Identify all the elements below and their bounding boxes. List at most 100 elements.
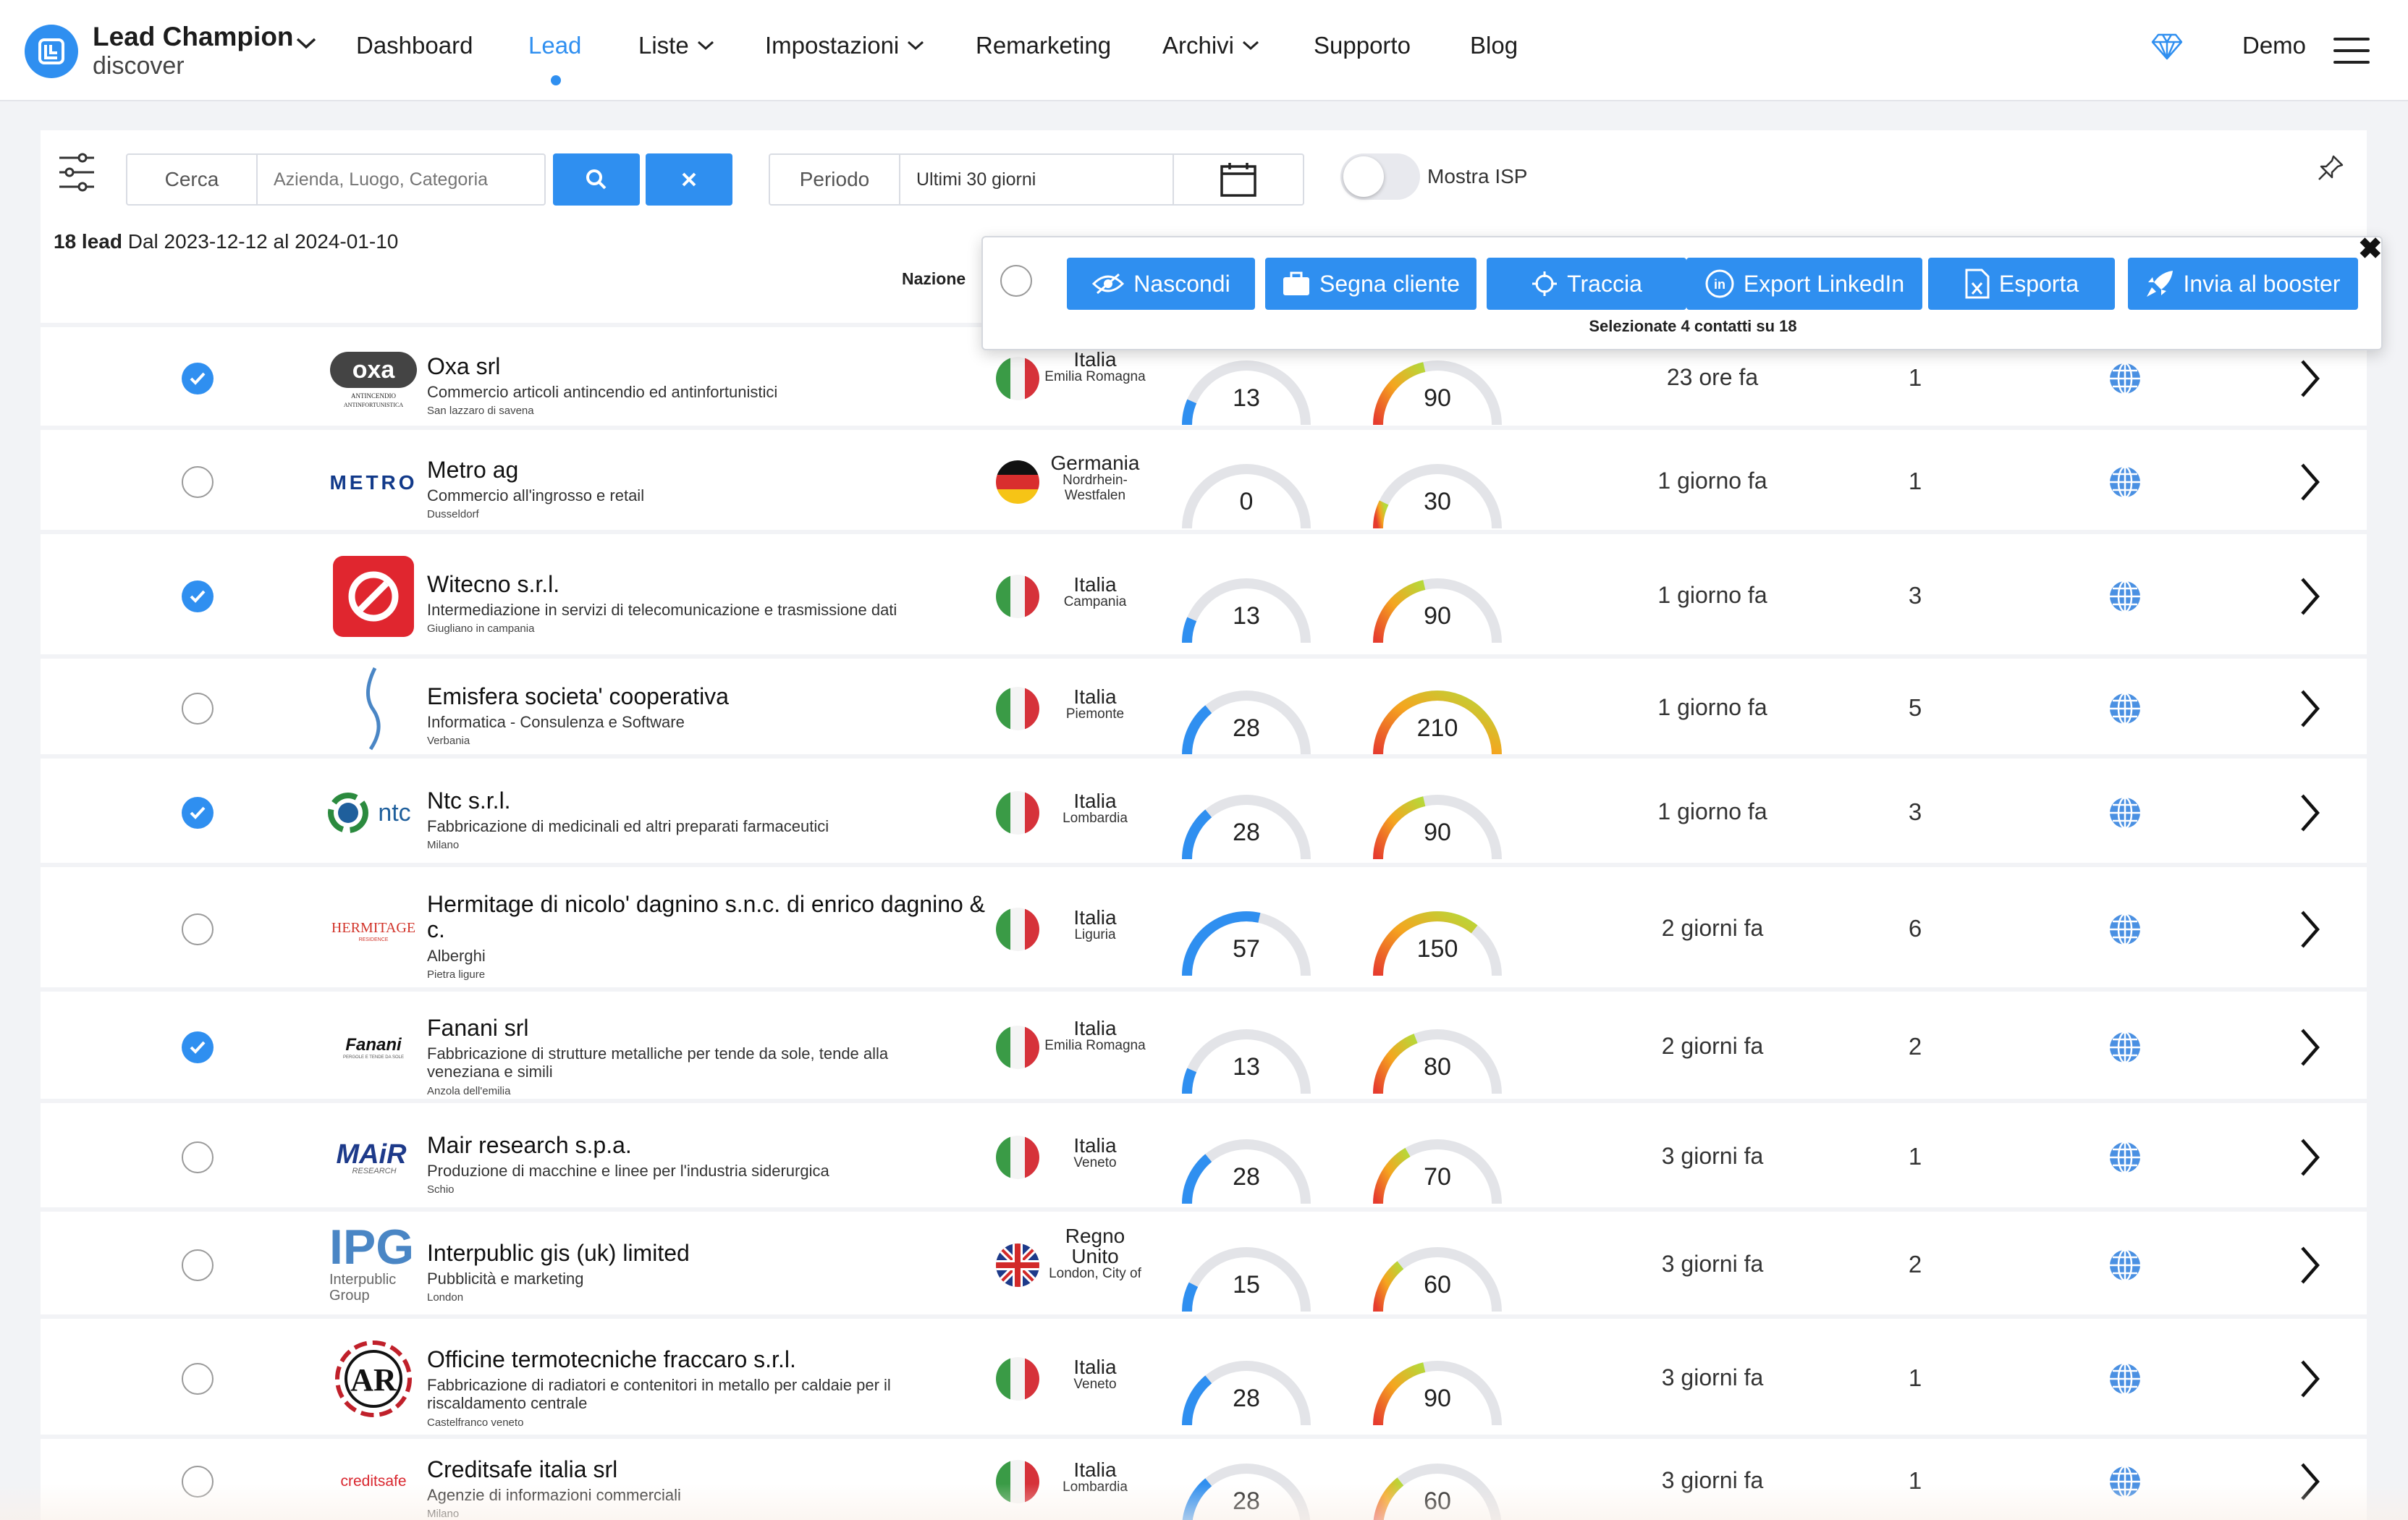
globe-icon[interactable] [2108,1140,2142,1178]
company-category: Commercio all'ingrosso e retail [427,486,645,504]
chevron-down-icon[interactable] [295,36,317,51]
lead-row[interactable]: MAiR RESEARCH Mair research s.p.a. Produzio… [41,1099,2367,1207]
traccia-button[interactable]: Traccia [1487,258,1686,310]
globe-icon[interactable] [2108,1248,2142,1286]
lead-select-checkbox[interactable] [182,580,214,612]
globe-icon[interactable] [2108,579,2142,617]
company-name[interactable]: Interpublic gis (uk) limited [427,1240,992,1266]
select-all-radio[interactable] [1000,265,1032,297]
company-city: London [427,1291,464,1304]
globe-icon[interactable] [2108,691,2142,730]
chevron-right-icon[interactable] [2299,1359,2320,1403]
column-header-nazione[interactable]: Nazione [902,269,966,289]
chevron-right-icon[interactable] [2299,1461,2320,1506]
pin-icon[interactable] [2316,153,2345,182]
invia-al-booster-button[interactable]: Invia al booster [2128,258,2358,310]
company-name[interactable]: Emisfera societa' cooperativa [427,683,992,709]
chevron-right-icon[interactable] [2299,462,2320,506]
country-cell: Italia Campania [1041,575,1149,610]
hamburger-menu-icon[interactable] [2333,38,2370,72]
lead-select-checkbox[interactable] [182,1249,214,1281]
segna-cliente-button[interactable]: Segna cliente [1265,258,1477,310]
lead-select-checkbox[interactable] [182,1466,214,1498]
nav-item-dashboard[interactable]: Dashboard [356,32,473,59]
globe-icon[interactable] [2108,465,2142,503]
lead-select-checkbox[interactable] [182,363,214,394]
search-button[interactable] [553,153,640,206]
chevron-right-icon[interactable] [2299,1245,2320,1289]
lead-row[interactable]: HERMITAGE RESIDENCE Hermitage di nicolo' d… [41,863,2367,987]
search-input[interactable] [258,155,540,204]
filter-settings-icon[interactable] [58,152,96,193]
globe-icon[interactable] [2108,1030,2142,1068]
globe-icon[interactable] [2108,795,2142,834]
export-linkedin-button[interactable]: in Export LinkedIn [1686,258,1922,310]
nascondi-button[interactable]: Nascondi [1067,258,1255,310]
esporta-button[interactable]: Esporta [1928,258,2115,310]
lead-row[interactable]: Emisfera societa' cooperativa Informatica… [41,654,2367,756]
chevron-right-icon[interactable] [2299,688,2320,732]
check-icon [190,590,206,603]
lead-select-checkbox[interactable] [182,1363,214,1395]
company-name[interactable]: Witecno s.r.l. [427,571,992,597]
country-cell: Italia Emilia Romagna [1041,350,1149,385]
last-visit-time: 1 giorno fa [1657,582,1767,608]
lead-row[interactable]: creditsafe Creditsafe italia srl Agenzie d… [41,1435,2367,1520]
company-name[interactable]: Ntc s.r.l. [427,788,992,814]
interest-value: 15 [1233,1271,1260,1299]
globe-icon[interactable] [2108,1464,2142,1503]
lead-row[interactable]: IPG Interpublic Group Interpublic gis (uk) … [41,1207,2367,1314]
globe-icon[interactable] [2108,912,2142,950]
nav-item-blog[interactable]: Blog [1470,32,1518,59]
chevron-right-icon[interactable] [2299,576,2320,620]
lead-select-checkbox[interactable] [182,693,214,725]
chevron-right-icon[interactable] [2299,358,2320,402]
globe-icon[interactable] [2108,361,2142,400]
isp-toggle[interactable] [1340,153,1420,200]
company-name[interactable]: Fanani srl [427,1015,992,1041]
chevron-down-icon [1243,41,1259,51]
lead-row[interactable]: Witecno s.r.l. Intermediazione in servizi… [41,530,2367,654]
nav-item-remarketing[interactable]: Remarketing [976,32,1111,59]
close-icon [682,172,696,187]
clear-search-button[interactable] [646,153,732,206]
globe-icon[interactable] [2108,1361,2142,1400]
chevron-right-icon[interactable] [2299,1027,2320,1071]
lead-select-checkbox[interactable] [182,466,214,498]
brand-logo-icon[interactable] [25,25,78,78]
brand-title[interactable]: Lead Champion [93,22,294,52]
company-name[interactable]: Officine termotecniche fraccaro s.r.l. [427,1346,992,1372]
lead-select-checkbox[interactable] [182,1031,214,1063]
button-label: Segna cliente [1319,270,1460,297]
period-select[interactable]: Ultimi 30 giorni [900,155,1174,204]
chevron-right-icon[interactable] [2299,909,2320,953]
company-name[interactable]: Oxa srl [427,353,992,379]
lead-row[interactable]: AR Officine termotecniche fraccaro s.r.l.… [41,1314,2367,1435]
last-visit-time: 3 giorni fa [1661,1364,1764,1390]
nav-item-impostazioni[interactable]: Impostazioni [765,32,925,59]
close-popup-icon[interactable]: ✖ [2358,235,2383,263]
lead-select-checkbox[interactable] [182,1141,214,1173]
nav-item-archivi[interactable]: Archivi [1162,32,1260,59]
nav-item-liste[interactable]: Liste [638,32,715,59]
lead-row[interactable]: METRO Metro ag Commercio all'ingrosso e re… [41,426,2367,530]
lead-select-checkbox[interactable] [182,797,214,829]
company-name[interactable]: Mair research s.p.a. [427,1132,992,1158]
diamond-icon[interactable] [2151,32,2183,61]
chevron-right-icon[interactable] [2299,1137,2320,1181]
visit-count: 3 [1908,798,1922,825]
company-name[interactable]: Metro ag [427,457,992,483]
calendar-button[interactable] [1173,153,1303,206]
region-name: Emilia Romagna [1044,369,1146,384]
company-name[interactable]: Hermitage di nicolo' dagnino s.n.c. di e… [427,891,992,942]
lead-count: 18 lead [54,230,122,253]
chevron-right-icon[interactable] [2299,793,2320,837]
lead-row[interactable]: ntc Ntc s.r.l. Fabbricazione di medicinali… [41,754,2367,863]
nav-item-supporto[interactable]: Supporto [1314,32,1411,59]
company-name[interactable]: Creditsafe italia srl [427,1456,992,1482]
nav-item-lead[interactable]: Lead [528,32,581,59]
visit-count: 2 [1908,1251,1922,1278]
lead-select-checkbox[interactable] [182,913,214,945]
lead-row[interactable]: Fanani PERGOLE E TENDE DA SOLE Fanani srl F… [41,987,2367,1099]
user-menu-label[interactable]: Demo [2242,32,2306,59]
